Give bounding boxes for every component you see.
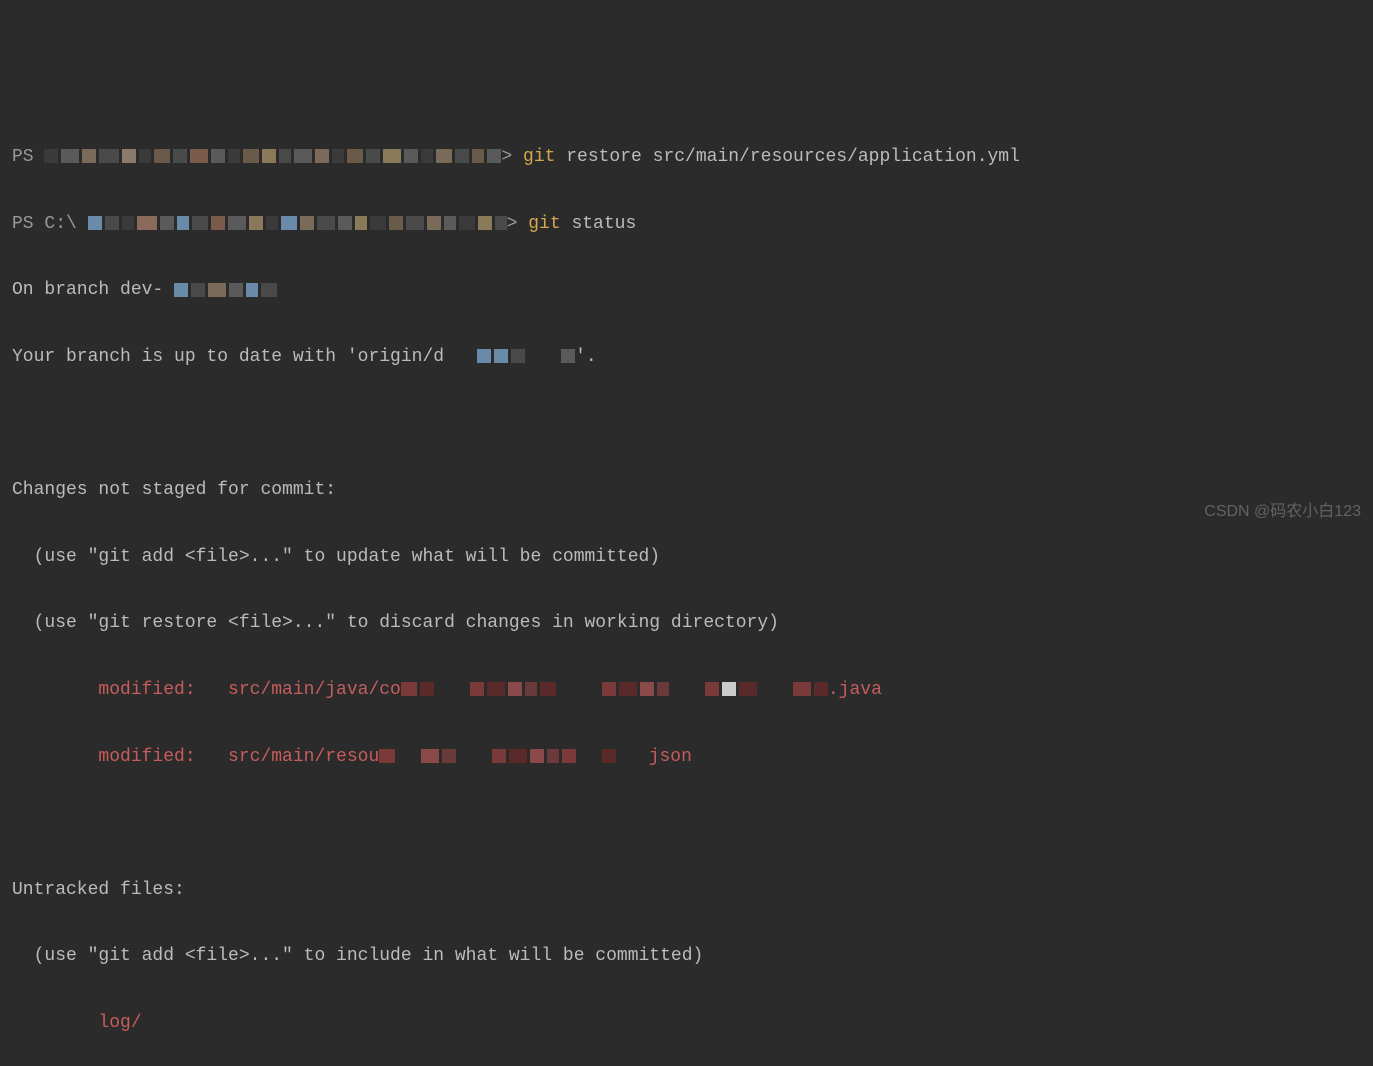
uptodate-prefix: Your branch is up to date with 'origin/d xyxy=(12,347,444,367)
watermark: CSDN @码农小白123 xyxy=(1204,497,1361,527)
prompt-arrow: > xyxy=(507,214,529,234)
untracked-header: Untracked files: xyxy=(12,874,1361,907)
redacted-branch xyxy=(174,283,277,297)
prompt-ps: PS xyxy=(12,147,44,167)
branch-text: On branch dev- xyxy=(12,280,174,300)
terminal-line-status: PS C:\ > git status xyxy=(12,208,1361,241)
changes-header: Changes not staged for commit: xyxy=(12,474,1361,507)
uptodate-suffix: '. xyxy=(575,347,597,367)
untracked-file: log/ xyxy=(12,1007,1361,1040)
modified-prefix: modified: src/main/java/co xyxy=(12,680,401,700)
redacted-filepath xyxy=(379,749,616,763)
git-args: restore src/main/resources/application.y… xyxy=(555,147,1019,167)
modified-suffix: json xyxy=(649,747,692,767)
hint-restore: (use "git restore <file>..." to discard … xyxy=(12,607,1361,640)
uptodate-line: Your branch is up to date with 'origin/d… xyxy=(12,341,1361,374)
redacted-remote xyxy=(444,349,575,363)
hint-add: (use "git add <file>..." to update what … xyxy=(12,541,1361,574)
modified-file-1: modified: src/main/java/co .java xyxy=(12,674,1361,707)
blank-line xyxy=(12,807,1361,840)
terminal-line-restore: PS > git restore src/main/resources/appl… xyxy=(12,141,1361,174)
redacted-filepath xyxy=(401,682,828,696)
redacted-path xyxy=(88,216,507,230)
modified-file-2: modified: src/main/resou json xyxy=(12,741,1361,774)
branch-line: On branch dev- xyxy=(12,274,1361,307)
prompt-arrow: > xyxy=(501,147,523,167)
prompt-ps: PS C:\ xyxy=(12,214,88,234)
git-keyword: git xyxy=(523,147,555,167)
hint-include: (use "git add <file>..." to include in w… xyxy=(12,940,1361,973)
modified-suffix: .java xyxy=(828,680,882,700)
git-keyword: git xyxy=(528,214,560,234)
redacted-path xyxy=(44,149,501,163)
modified-prefix: modified: src/main/resou xyxy=(12,747,379,767)
blank-line xyxy=(12,408,1361,441)
git-args: status xyxy=(561,214,637,234)
